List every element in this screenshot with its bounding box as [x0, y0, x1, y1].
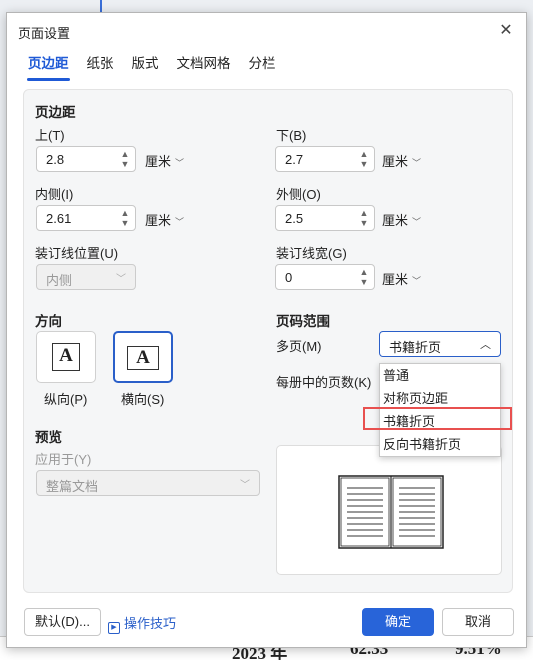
preview-section-title: 预览	[35, 430, 62, 445]
unit-label: 厘米	[382, 272, 409, 287]
chevron-down-icon: ﹀	[412, 276, 422, 286]
margins-section-title: 页边距	[35, 105, 76, 120]
dialog-title: 页面设置	[18, 26, 71, 41]
top-margin-value: 2.8	[46, 152, 65, 167]
multiple-pages-dropdown[interactable]: 书籍折页 ︿	[379, 331, 501, 357]
spin-up-icon[interactable]: ▲	[358, 149, 370, 159]
chevron-down-icon: ﹀	[412, 158, 422, 168]
page-setup-dialog: 页面设置 ✕ 页边距 纸张 版式 文档网格 分栏 页边距 上(T) 2.8 ▲ ▼…	[6, 12, 527, 648]
inside-margin-spinner[interactable]: 2.61 ▲ ▼	[36, 205, 136, 231]
spin-down-icon[interactable]: ▼	[358, 159, 370, 169]
multiple-pages-value: 书籍折页	[389, 340, 442, 355]
spin-up-icon[interactable]: ▲	[358, 208, 370, 218]
default-button[interactable]: 默认(D)...	[24, 608, 101, 636]
unit-label: 厘米	[382, 213, 409, 228]
landscape-button[interactable]: A	[113, 331, 173, 383]
title-bar: 页面设置 ✕	[7, 13, 526, 49]
option-book-fold[interactable]: 书籍折页	[380, 410, 500, 433]
bottom-margin-label: 下(B)	[276, 128, 307, 143]
option-mirror-margins[interactable]: 对称页边距	[380, 387, 500, 410]
portrait-page-icon: A	[52, 343, 80, 371]
option-reverse-book-fold[interactable]: 反向书籍折页	[380, 433, 500, 456]
spin-up-icon[interactable]: ▲	[119, 149, 131, 159]
inside-margin-label: 内侧(I)	[35, 187, 74, 202]
spin-down-icon[interactable]: ▼	[119, 218, 131, 228]
gutter-position-value: 内侧	[46, 273, 73, 288]
bottom-margin-unit[interactable]: 厘米 ﹀	[382, 151, 421, 170]
bottom-margin-spinner[interactable]: 2.7 ▲ ▼	[275, 146, 375, 172]
outside-margin-label: 外侧(O)	[276, 187, 321, 202]
chevron-down-icon: ﹀	[116, 274, 126, 285]
chevron-down-icon: ﹀	[412, 217, 422, 227]
spin-down-icon[interactable]: ▼	[119, 159, 131, 169]
text-cursor-line	[100, 0, 102, 12]
unit-label: 厘米	[145, 213, 172, 228]
multiple-pages-options-list: 普通 对称页边距 书籍折页 反向书籍折页	[379, 363, 501, 457]
top-margin-spinner[interactable]: 2.8 ▲ ▼	[36, 146, 136, 172]
chevron-down-icon: ﹀	[175, 158, 185, 168]
inside-margin-value: 2.61	[46, 211, 72, 226]
page-range-section-title: 页码范围	[276, 314, 330, 329]
chevron-down-icon: ﹀	[240, 480, 250, 491]
gutter-width-value: 0	[285, 270, 293, 285]
tab-margins[interactable]: 页边距	[19, 53, 78, 83]
spin-down-icon[interactable]: ▼	[358, 218, 370, 228]
tips-link-label: 操作技巧	[124, 616, 177, 631]
tab-document-grid[interactable]: 文档网格	[168, 53, 240, 83]
unit-label: 厘米	[145, 154, 172, 169]
landscape-label: 横向(S)	[121, 392, 165, 407]
ok-button[interactable]: 确定	[362, 608, 434, 636]
portrait-label: 纵向(P)	[44, 392, 88, 407]
outside-margin-value: 2.5	[285, 211, 304, 226]
spin-up-icon[interactable]: ▲	[358, 267, 370, 277]
outside-margin-unit[interactable]: 厘米 ﹀	[382, 210, 421, 229]
chevron-down-icon: ﹀	[175, 217, 185, 227]
bottom-margin-value: 2.7	[285, 152, 304, 167]
unit-label: 厘米	[382, 154, 409, 169]
gutter-width-spinner[interactable]: 0 ▲ ▼	[275, 264, 375, 290]
apply-to-label: 应用于(Y)	[35, 452, 92, 467]
tab-layout[interactable]: 版式	[123, 53, 168, 83]
pages-per-booklet-label: 每册中的页数(K)	[276, 375, 372, 390]
play-icon: ▶	[108, 622, 120, 634]
portrait-button[interactable]: A	[36, 331, 96, 383]
landscape-page-icon: A	[127, 346, 159, 370]
apply-to-select[interactable]: 整篇文档 ﹀	[36, 470, 260, 496]
chevron-up-icon: ︿	[480, 339, 491, 351]
spin-up-icon[interactable]: ▲	[119, 208, 131, 218]
tab-paper[interactable]: 纸张	[78, 53, 123, 83]
option-normal[interactable]: 普通	[380, 364, 500, 387]
top-margin-label: 上(T)	[35, 128, 65, 143]
inside-margin-unit[interactable]: 厘米 ﹀	[145, 210, 184, 229]
gutter-width-label: 装订线宽(G)	[276, 246, 347, 261]
close-icon[interactable]: ✕	[496, 21, 516, 41]
outside-margin-spinner[interactable]: 2.5 ▲ ▼	[275, 205, 375, 231]
book-fold-preview-icon	[338, 475, 444, 549]
top-margin-unit[interactable]: 厘米 ﹀	[145, 151, 184, 170]
tab-bar: 页边距 纸张 版式 文档网格 分栏	[19, 53, 285, 83]
preview-box	[276, 445, 502, 575]
tips-link[interactable]: ▶ 操作技巧	[108, 613, 176, 634]
tab-columns[interactable]: 分栏	[240, 53, 285, 83]
spin-down-icon[interactable]: ▼	[358, 277, 370, 287]
gutter-position-label: 装订线位置(U)	[35, 246, 119, 261]
gutter-position-select[interactable]: 内侧 ﹀	[36, 264, 136, 290]
apply-to-value: 整篇文档	[46, 479, 99, 494]
cancel-button[interactable]: 取消	[442, 608, 514, 636]
gutter-width-unit[interactable]: 厘米 ﹀	[382, 269, 421, 288]
orientation-section-title: 方向	[35, 314, 62, 329]
multiple-pages-label: 多页(M)	[276, 339, 322, 354]
